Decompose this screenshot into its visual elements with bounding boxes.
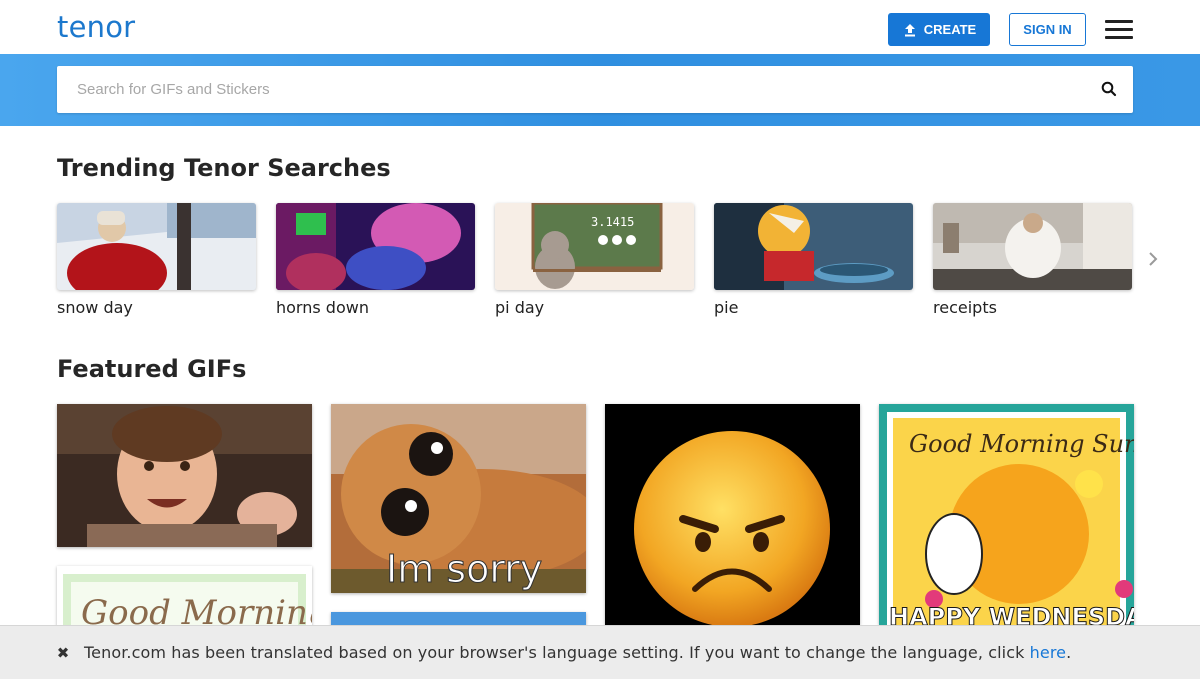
upload-icon: [904, 23, 915, 36]
trending-thumbnail: [276, 203, 475, 290]
trending-item-pie[interactable]: pie: [714, 203, 913, 317]
tenor-logo[interactable]: tenor: [57, 10, 135, 44]
banner-suffix: .: [1066, 643, 1072, 662]
trending-section-title: Trending Tenor Searches: [57, 154, 391, 182]
trending-item-pi-day[interactable]: 3.1415 pi day: [495, 203, 694, 317]
gif-caption-2: HAPPY WEDNESDAY!: [889, 603, 1134, 625]
chalkboard-text: 3.1415: [591, 215, 634, 229]
trending-thumbnail: [933, 203, 1132, 290]
close-icon[interactable]: ✖: [56, 644, 70, 662]
trending-label: pie: [714, 298, 739, 317]
trending-label: snow day: [57, 298, 133, 317]
search-bar: [57, 66, 1133, 113]
create-button-label: CREATE: [923, 22, 977, 37]
trending-thumbnail: 3.1415: [495, 203, 694, 290]
featured-gif-angry-emoji[interactable]: [605, 404, 860, 625]
search-icon[interactable]: [1100, 80, 1118, 98]
change-language-link[interactable]: here: [1030, 643, 1066, 662]
gif-caption: Im sorry: [386, 547, 542, 591]
sign-in-label: SIGN IN: [1023, 22, 1072, 37]
create-button[interactable]: CREATE: [888, 13, 990, 46]
banner-message: Tenor.com has been translated based on y…: [84, 643, 1071, 662]
top-header: tenor CREATE SIGN IN: [0, 0, 1200, 54]
trending-label: pi day: [495, 298, 545, 317]
gif-caption: Good Morning Sunshine: [909, 430, 1134, 458]
trending-label: receipts: [933, 298, 997, 317]
sign-in-button[interactable]: SIGN IN: [1009, 13, 1086, 46]
trending-label: horns down: [276, 298, 369, 317]
featured-gif-sunshine[interactable]: Good Morning Sunshine HAPPY WEDNESDAY!: [879, 404, 1134, 625]
search-input[interactable]: [57, 66, 1087, 113]
hamburger-menu-icon[interactable]: [1105, 20, 1133, 40]
trending-thumbnail: [714, 203, 913, 290]
language-notice-banner: ✖ Tenor.com has been translated based on…: [0, 625, 1200, 679]
featured-gif-im-sorry[interactable]: Im sorry: [331, 404, 586, 593]
banner-text: Tenor.com has been translated based on y…: [84, 643, 1030, 662]
featured-section-title: Featured GIFs: [57, 355, 247, 383]
chevron-right-icon[interactable]: [1146, 250, 1160, 268]
trending-item-snow-day[interactable]: snow day: [57, 203, 256, 317]
trending-thumbnail: [57, 203, 256, 290]
trending-item-receipts[interactable]: receipts: [933, 203, 1132, 317]
trending-item-horns-down[interactable]: horns down: [276, 203, 475, 317]
featured-gif-boy[interactable]: [57, 404, 312, 547]
